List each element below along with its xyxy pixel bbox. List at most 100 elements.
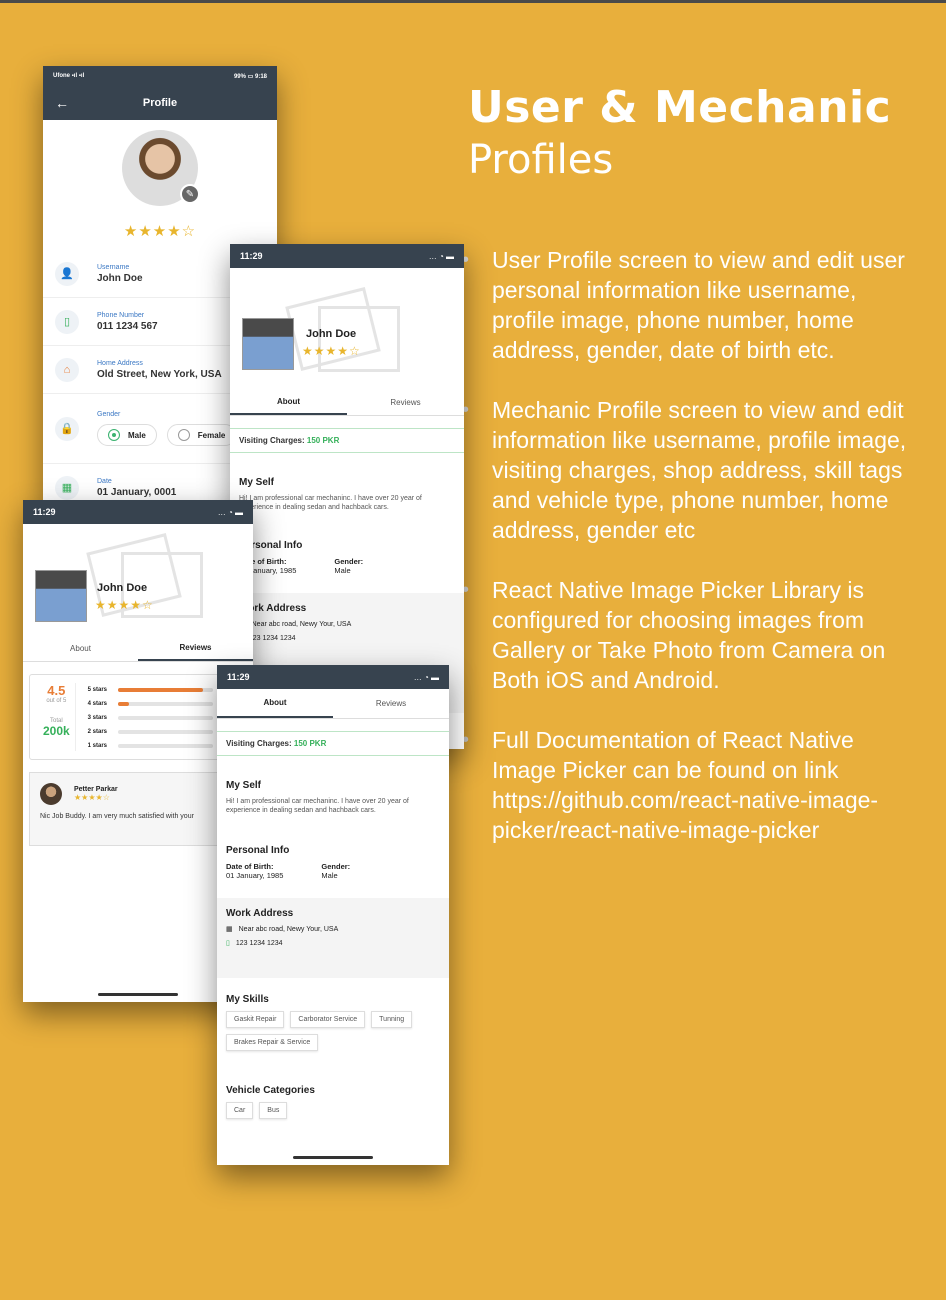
lock-icon: 🔒	[55, 416, 79, 441]
personal-info-section: Personal Info Date of Birth: 01 January, …	[230, 530, 464, 585]
review-card[interactable]: Petter Parkar★★★★☆ 1 Nic Job Buddy. I am…	[29, 772, 247, 846]
charges-label: Visiting Charges:	[239, 436, 305, 445]
nav-bar: ← Profile	[43, 86, 277, 120]
mechanic-about-full-screen: 11:29 … ◔ ▬ About Reviews Visiting Charge…	[217, 665, 449, 1165]
mechanic-name: John Doe	[306, 328, 357, 340]
gender-value: Male	[334, 566, 351, 575]
gender-male-radio[interactable]: Male	[97, 424, 157, 446]
tab-about[interactable]: About	[217, 689, 333, 718]
mechanic-name: John Doe	[97, 582, 148, 594]
field-label: Phone Number	[97, 311, 145, 319]
vehicle-section: Vehicle Categories Car Bus	[217, 1075, 449, 1129]
rating-row: 1 stars0	[88, 739, 238, 753]
tab-reviews[interactable]: Reviews	[333, 689, 449, 718]
reviewer-name: Petter Parkar	[74, 786, 118, 793]
section-text: Hi! I am professional car mechaninc. I h…	[226, 798, 409, 814]
myself-section: My Self Hi! I am professional car mechan…	[217, 770, 449, 825]
gender-value: Male	[321, 871, 338, 880]
heading-line-2: Profiles	[468, 137, 614, 183]
skill-tag[interactable]: Brakes Repair & Service	[226, 1034, 319, 1051]
radio-selected-icon	[108, 429, 120, 441]
gender-female-radio[interactable]: Female	[166, 424, 237, 446]
section-title: Vehicle Categories	[226, 1085, 315, 1096]
rating-bar	[117, 730, 213, 734]
status-bar: Ufone ▪ıl ▪ıl 99% ▭ 9:18	[43, 66, 277, 86]
skills-section: My Skills Gaskit Repair Carborator Servi…	[217, 984, 449, 1061]
rating-row-label: 3 stars	[87, 715, 108, 721]
radio-label: Male	[128, 430, 146, 440]
charges-value: 150 PKR	[306, 436, 340, 445]
rating-bar	[117, 744, 213, 748]
mechanic-photo[interactable]	[35, 570, 87, 622]
skill-tag[interactable]: Gaskit Repair	[226, 1011, 285, 1028]
skill-tag[interactable]: Tunning	[371, 1011, 413, 1028]
rating-stars: ★★★★☆	[123, 223, 197, 240]
section-text: Hi! I am professional car mechaninc. I h…	[239, 495, 422, 511]
tab-reviews[interactable]: Reviews	[347, 390, 464, 415]
profile-avatar-container: ✎	[122, 130, 200, 206]
status-icons: … ◔ ▬	[217, 507, 243, 517]
rating-row-label: 2 stars	[87, 729, 108, 735]
mechanic-photo[interactable]	[242, 318, 294, 370]
tab-reviews[interactable]: Reviews	[138, 636, 253, 661]
gender-label: Gender:	[321, 862, 351, 871]
section-title: Work Address	[226, 908, 294, 919]
work-address-value: Near abc road, Newy Your, USA	[251, 620, 352, 628]
vehicle-tag[interactable]: Bus	[259, 1102, 288, 1119]
rating-row: 5 stars5	[88, 683, 238, 697]
status-time: 11:29	[240, 251, 263, 261]
section-title: My Self	[239, 477, 275, 488]
reviewer-avatar	[40, 783, 62, 805]
status-icons: … ◔ ▬	[413, 672, 439, 682]
field-value: 01 January, 0001	[97, 486, 177, 498]
field-label: Date	[97, 477, 112, 485]
field-value: 011 1234 567	[97, 320, 158, 332]
rating-breakdown: 5 stars54 stars03 stars02 stars01 stars0	[76, 683, 238, 751]
status-bar: 11:29 … ◔ ▬	[23, 500, 253, 524]
pencil-icon[interactable]: ✎	[180, 184, 200, 204]
heading-line-1: User & Mechanic	[468, 82, 892, 133]
charges-value: 150 PKR	[293, 739, 327, 748]
user-icon: 👤	[55, 261, 79, 286]
feature-item: Mechanic Profile screen to view and edit…	[462, 395, 912, 545]
radio-label: Female	[197, 430, 226, 440]
field-label: Gender	[97, 411, 121, 418]
home-indicator	[98, 993, 178, 996]
phone-icon: ▯	[55, 309, 79, 334]
rating-row: 2 stars0	[88, 725, 238, 739]
charges-label: Visiting Charges:	[226, 739, 292, 748]
mechanic-stars: ★★★★☆	[302, 344, 361, 358]
top-border	[0, 0, 946, 3]
back-arrow-icon[interactable]: ←	[55, 95, 69, 111]
feature-list: User Profile screen to view and edit use…	[462, 245, 912, 875]
field-label: Username	[97, 263, 130, 271]
calendar-icon: ▦	[55, 475, 79, 500]
rating-bar-fill	[117, 702, 130, 706]
rating-row-label: 4 stars	[87, 701, 108, 707]
status-time: 11:29	[33, 507, 56, 517]
section-title: My Skills	[226, 994, 269, 1005]
page-heading: User & Mechanic Profiles	[468, 82, 891, 186]
work-address-section: Work Address ▦ Near abc road, Newy Your, …	[217, 898, 449, 978]
work-phone-value: 123 1234 1234	[248, 634, 296, 642]
skill-tag[interactable]: Carborator Service	[290, 1011, 366, 1028]
status-bar: 11:29 … ◔ ▬	[217, 665, 449, 689]
dob-value: 01 January, 1985	[226, 871, 284, 880]
feature-item: Full Documentation of React Native Image…	[462, 725, 912, 845]
mechanic-header: John Doe ★★★★☆	[230, 268, 464, 390]
home-icon: ⌂	[55, 357, 79, 382]
battery-time: 99% ▭ 9:18	[233, 73, 267, 80]
home-indicator	[293, 1156, 373, 1159]
tab-about[interactable]: About	[230, 390, 347, 415]
mechanic-stars: ★★★★☆	[95, 598, 154, 612]
rating-row: 4 stars0	[88, 697, 238, 711]
section-title: Personal Info	[239, 540, 303, 551]
carrier-signal: Ufone ▪ıl ▪ıl	[53, 73, 85, 79]
tab-about[interactable]: About	[23, 636, 138, 661]
vehicle-tag[interactable]: Car	[226, 1102, 254, 1119]
status-time: 11:29	[227, 672, 250, 682]
profile-tabs: About Reviews	[217, 689, 449, 719]
profile-tabs: About Reviews	[230, 390, 464, 416]
review-text: Nic Job Buddy. I am very much satisfied …	[40, 813, 194, 820]
rating-bar-fill	[117, 688, 204, 692]
